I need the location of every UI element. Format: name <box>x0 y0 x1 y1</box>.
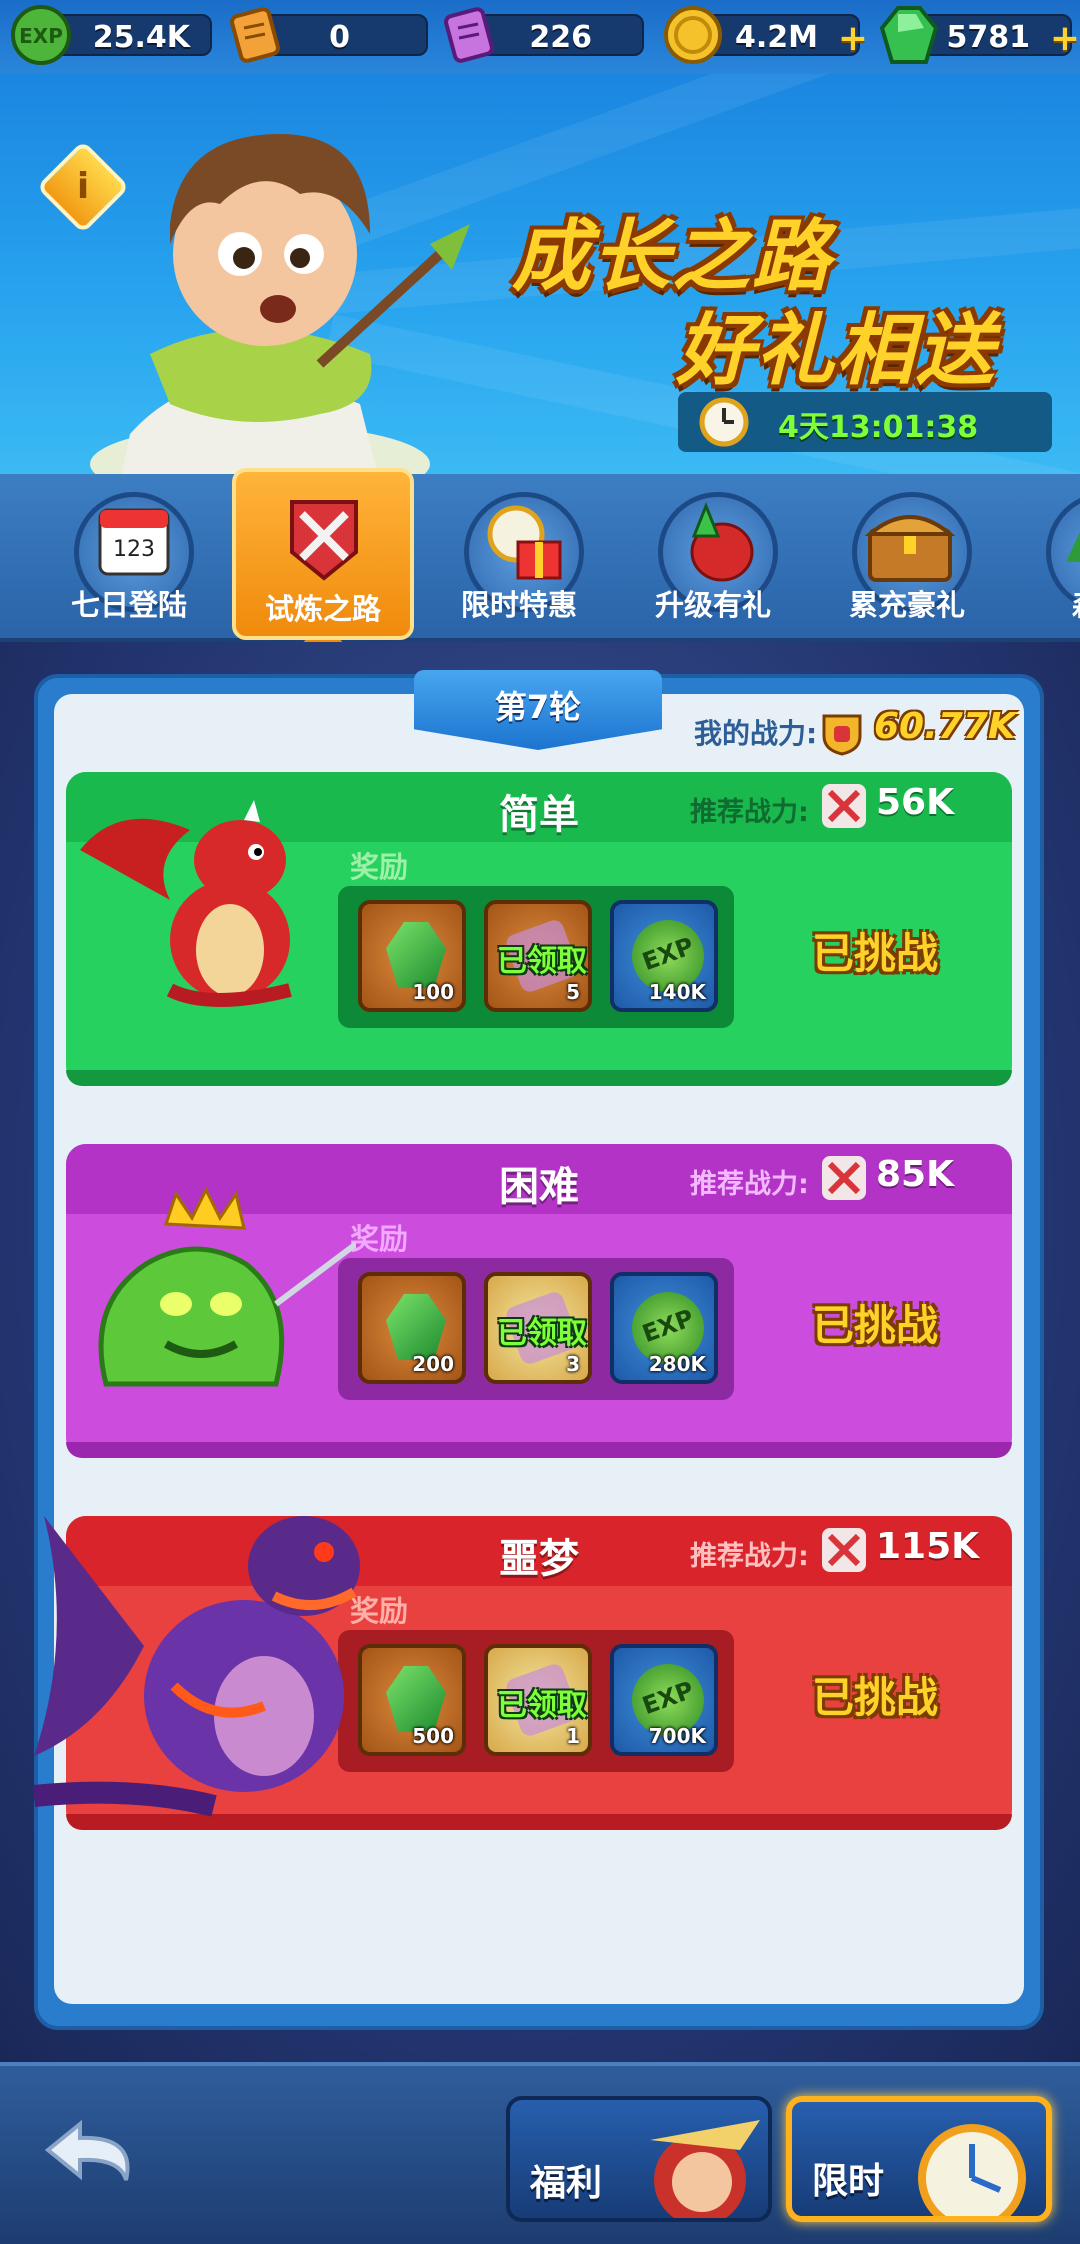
resource-bar: 25.4K EXP 0 226 4.2M + 5781 + <box>0 0 1080 74</box>
green-slime-king-illustration <box>98 1186 356 1387</box>
recommended-power-value: 115K <box>876 1526 980 1567</box>
recommended-power-value: 85K <box>876 1154 954 1195</box>
archer-boy-illustration <box>90 134 470 474</box>
purple-scroll-icon <box>444 7 494 63</box>
green-gem-icon <box>386 1294 446 1360</box>
tab-trial-road[interactable]: 试炼之路 <box>228 468 418 688</box>
event-banner: i 成长之路 好礼相送 4天13:01:38 <box>0 74 1080 474</box>
my-power-value: 60.77K <box>874 706 1016 747</box>
crossed-swords-icon <box>822 784 866 828</box>
reward-item-exp[interactable]: EXP 140K <box>610 900 718 1012</box>
reward-item-scroll[interactable]: 已领取 3 <box>484 1272 592 1384</box>
reward-item-scroll[interactable]: 已领取 5 <box>484 900 592 1012</box>
alarm-gift-icon <box>487 505 562 580</box>
tab-seven-day-login[interactable]: 123 七日登陆 <box>34 474 224 642</box>
svg-text:123: 123 <box>113 537 155 562</box>
my-power-label: 我的战力: <box>694 717 818 750</box>
recommended-power-label: 推荐战力: <box>690 1541 809 1572</box>
banner-title-line2: 好礼相送 <box>676 306 997 396</box>
recommended-power-label: 推荐战力: <box>690 1169 809 1200</box>
tab-forest[interactable]: 森林 <box>1006 474 1080 642</box>
red-dragon-illustration <box>80 800 292 1007</box>
treasure-chest-icon <box>864 515 956 582</box>
claimed-label: 已领取 <box>497 944 587 979</box>
crossed-swords-icon <box>822 1528 866 1572</box>
challenged-status: 已挑战 <box>812 929 939 978</box>
claimed-label: 已领取 <box>497 1316 587 1351</box>
countdown-timer: 4天13:01:38 <box>678 392 1052 452</box>
event-tab-strip: 123 七日登陆 试炼之路 限时特惠 升级有礼 累充豪礼 <box>0 468 1080 688</box>
heroine-portrait-icon <box>650 2120 760 2218</box>
reward-item-gem[interactable]: 100 <box>358 900 466 1012</box>
add-gem-button[interactable]: + <box>1050 18 1080 59</box>
reward-item-gem[interactable]: 200 <box>358 1272 466 1384</box>
fist-shield-icon <box>822 714 862 756</box>
back-arrow-icon[interactable] <box>40 2110 150 2200</box>
crossed-swords-icon <box>290 500 358 581</box>
tab-recharge-gift[interactable]: 累充豪礼 <box>812 474 1002 642</box>
limited-time-button[interactable]: 限时 <box>786 2096 1052 2222</box>
clock-icon <box>699 397 749 447</box>
orange-scroll-icon <box>230 7 280 63</box>
gold-coin-icon <box>664 6 722 64</box>
recommended-power-value: 56K <box>876 782 954 823</box>
challenged-status: 已挑战 <box>812 1673 939 1722</box>
add-gold-button[interactable]: + <box>838 18 868 59</box>
green-gem-icon <box>386 922 446 988</box>
reward-item-scroll[interactable]: 已领取 1 <box>484 1644 592 1756</box>
reward-label: 奖励 <box>350 1222 409 1256</box>
reward-item-exp[interactable]: EXP 700K <box>610 1644 718 1756</box>
crossed-swords-icon <box>822 1156 866 1200</box>
reward-item-exp[interactable]: EXP 280K <box>610 1272 718 1384</box>
bottom-bar: 福利 限时 <box>0 2062 1080 2244</box>
calendar-icon: 123 <box>98 508 170 576</box>
recommended-power-label: 推荐战力: <box>690 797 809 828</box>
tab-limited-offer[interactable]: 限时特惠 <box>424 474 614 642</box>
forest-icon <box>1066 531 1080 562</box>
purple-dragon-illustration <box>32 1516 360 1817</box>
level-up-bag-icon <box>690 501 754 582</box>
reward-label: 奖励 <box>350 850 409 884</box>
exp-orb-icon: EXP <box>11 5 71 65</box>
green-gem-icon <box>879 6 939 64</box>
alarm-clock-icon <box>918 2124 1026 2216</box>
green-gem-icon <box>386 1666 446 1732</box>
welfare-button[interactable]: 福利 <box>506 2096 772 2222</box>
challenged-status: 已挑战 <box>812 1301 939 1350</box>
svg-text:EXP: EXP <box>19 24 63 48</box>
tab-level-up-gift[interactable]: 升级有礼 <box>618 474 808 642</box>
claimed-label: 已领取 <box>497 1688 587 1723</box>
